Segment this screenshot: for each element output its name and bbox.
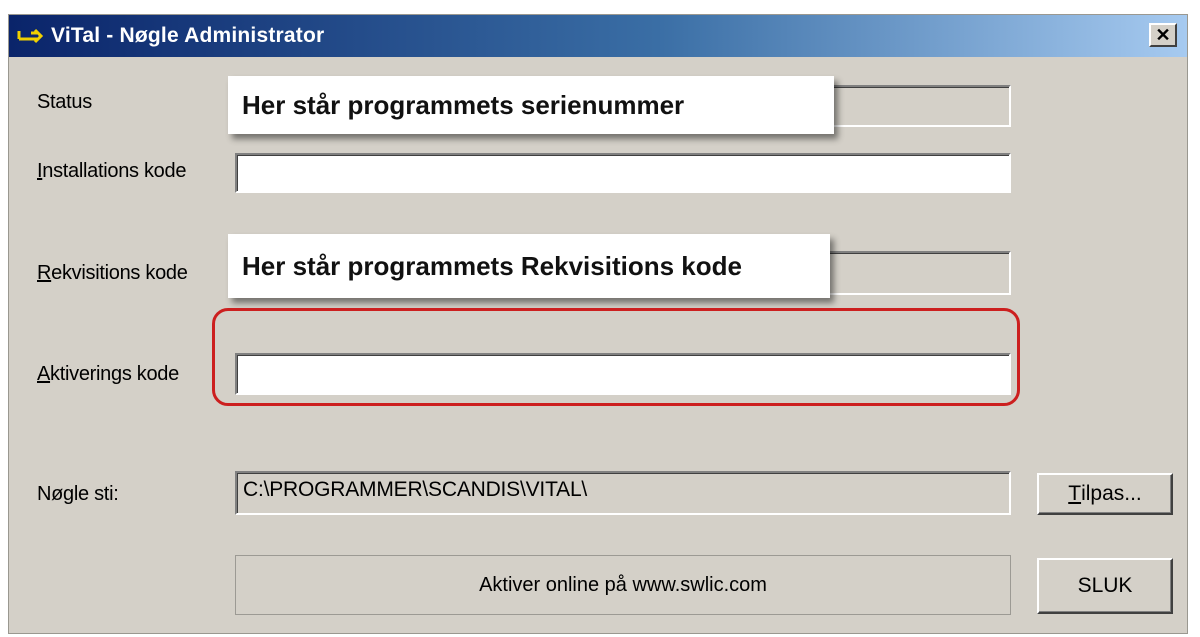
installation-code-label: Installations kode (37, 160, 187, 182)
vital-key-icon (17, 28, 44, 44)
serial-number-callout: Her står programmets serienummer (228, 76, 834, 134)
installation-code-input[interactable] (237, 155, 1009, 191)
rekvisition-code-label: Rekvisitions kode (37, 262, 188, 284)
window-title: ViTal - Nøgle Administrator (51, 24, 325, 47)
status-label: Status (37, 91, 92, 113)
activation-code-label: Aktiverings kode (37, 363, 179, 385)
rekvisition-code-callout: Her står programmets Rekvisitions kode (228, 234, 830, 298)
title-bar: ViTal - Nøgle Administrator ✕ (9, 15, 1187, 57)
close-icon: ✕ (1155, 24, 1171, 45)
close-button[interactable]: ✕ (1149, 23, 1177, 47)
installation-code-field[interactable] (235, 153, 1011, 193)
key-path-value: C:\PROGRAMMER\SCANDIS\VITAL\ (243, 478, 588, 501)
tilpas-button[interactable]: Tilpas... (1037, 473, 1173, 515)
activate-online-button[interactable]: Aktiver online på www.swlic.com (235, 555, 1011, 615)
key-path-label: Nøgle sti: (37, 483, 119, 505)
activation-code-highlight (212, 308, 1020, 406)
sluk-button[interactable]: SLUK (1037, 558, 1173, 614)
key-path-field: C:\PROGRAMMER\SCANDIS\VITAL\ (235, 471, 1011, 515)
